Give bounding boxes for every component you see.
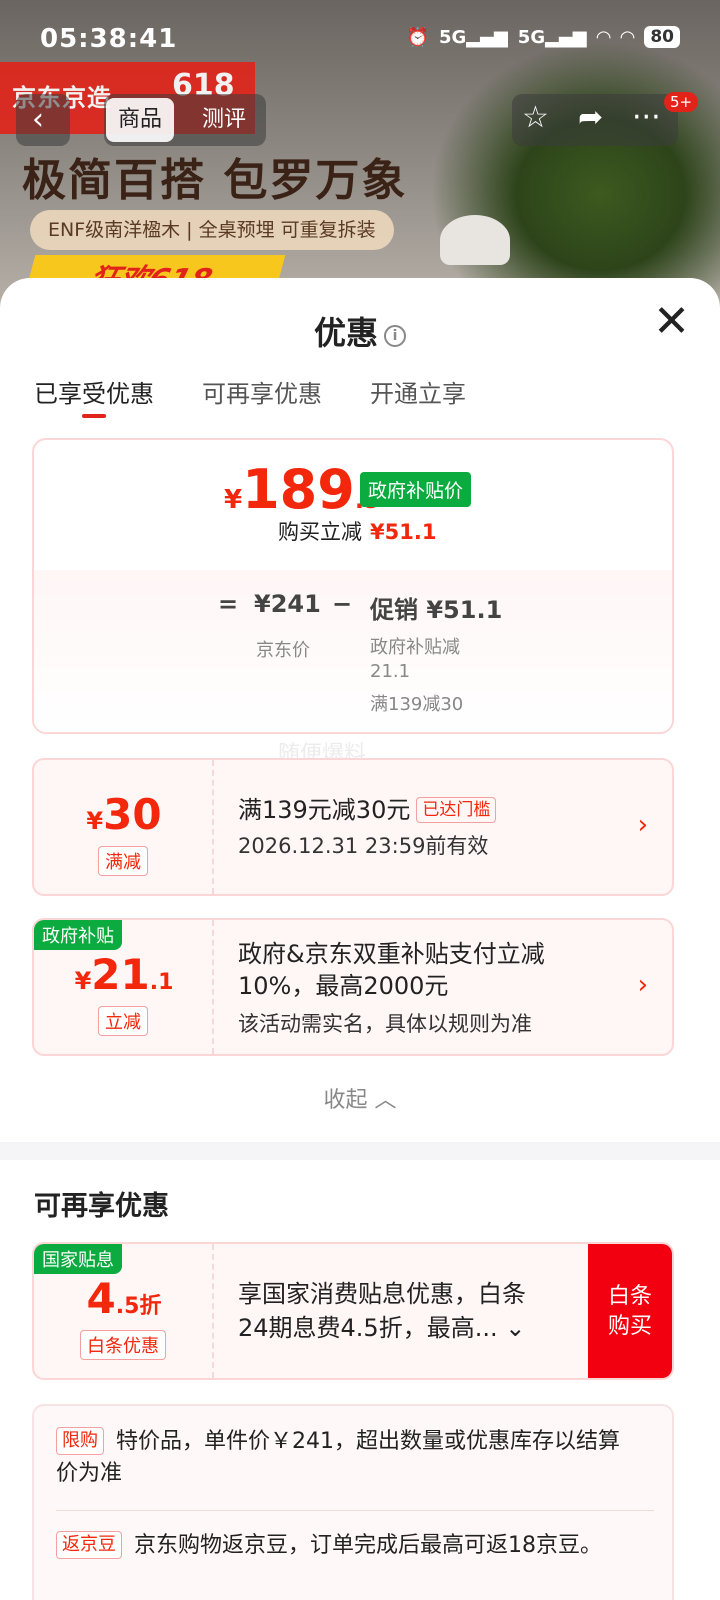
reduce-value: ¥51.1 [370,520,437,544]
coupon-title: 满139元减30元 已达门槛 [238,794,497,826]
signal-5g-icon: 5G▂▄▆ [438,26,508,48]
coupon-kind: 白条优惠 [80,1330,166,1360]
coupon-title-line1: 政府&京东双重补贴支付立减 [238,940,545,968]
collapse-button[interactable]: 收起 ︿ [0,1082,720,1114]
sheet-header: 优惠 i [0,308,720,354]
star-icon[interactable]: ☆ [522,100,549,135]
discount-rate: 4.5折 [86,1274,162,1323]
coupon-kind: 立减 [98,1006,148,1036]
discount-sheet: 优惠 i ✕ 已享受优惠 可再享优惠 开通立享 ¥189.9 政府补贴价 购买立减… [0,278,720,1600]
coupon-title-line2: 10%，最高2000元 [238,972,449,1000]
tab-more[interactable]: 可再享优惠 [202,374,322,409]
sheet-title: 优惠 [313,314,378,352]
note-jd-beans: 返京豆 京东购物返京豆，订单完成后最高可返18京豆。 [56,1530,602,1562]
final-price: ¥189.9 [224,458,381,521]
gov-subsidy-corner-tag: 政府补贴 [34,920,122,950]
close-button[interactable]: ✕ [653,300,690,344]
jd-price-label: 京东价 [256,640,310,661]
coupon-full-reduce[interactable]: ¥30 满减 满139元减30元 已达门槛 2026.12.31 23:59前有效… [32,758,674,896]
jd-bean-tag: 返京豆 [56,1531,122,1559]
reduce-label: 购买立减 [278,520,362,544]
coupon-desc: 该活动需实名，具体以规则为准 [238,1012,532,1036]
jd-price: ¥241 [254,590,321,618]
chevron-right-icon: › [637,970,648,1000]
wifi-icon: ◠ [596,26,611,48]
coupon-kind: 满减 [98,846,148,876]
tab-goods[interactable]: 商品 [106,98,175,142]
coupon-gov-subsidy[interactable]: 政府补贴 ¥21.1 立减 政府&京东双重补贴支付立减 10%，最高2000元 … [32,918,674,1056]
wifi-icon-2: ◠ [620,26,635,48]
purchase-notes: 限购 特价品，单件价￥241，超出数量或优惠库存以结算 价为准 返京豆 京东购物返京… [32,1404,674,1600]
tab-open[interactable]: 开通立享 [370,374,466,409]
baitiao-buy-button[interactable]: 白条 购买 [588,1244,672,1378]
limit-tag: 限购 [56,1427,104,1455]
close-icon: ✕ [653,296,690,347]
tab-review[interactable]: 测评 [190,98,258,142]
hero-feature: ENF级南洋楹木 | 全桌预埋 可重复拆装 [30,210,394,250]
info-icon[interactable]: i [384,325,406,347]
tab-enjoyed[interactable]: 已享受优惠 [34,374,154,418]
nav-actions: ☆ ➦ ··· [512,94,678,146]
interest-subsidy-corner-tag: 国家贴息 [34,1244,122,1274]
more-discount-title: 可再享优惠 [34,1191,169,1222]
more-icon[interactable]: ··· [632,100,661,135]
price-breakdown-card: ¥189.9 政府补贴价 购买立减 ¥51.1 = ¥241 − 促销 ¥51.1… [32,438,674,734]
alarm-icon: ⏰ [406,26,429,48]
discount-tabs: 已享受优惠 可再享优惠 开通立享 [34,374,466,418]
reduce-line: 购买立减 ¥51.1 [278,516,436,546]
interest-subsidy-card[interactable]: 国家贴息 4.5折 白条优惠 享国家消费贴息优惠，白条 24期息费4.5折，最高… [32,1242,674,1380]
gov-subsidy-tag: 政府补贴价 [360,472,472,507]
chevron-left-icon: ‹ [32,102,44,137]
interest-line1: 享国家消费贴息优惠，白条 [238,1280,526,1308]
note-limit: 限购 特价品，单件价￥241，超出数量或优惠库存以结算 价为准 [56,1427,620,1486]
note-divider [56,1510,654,1511]
notification-badge: 5+ [664,92,699,112]
back-button[interactable]: ‹ [16,94,70,146]
interest-line2[interactable]: 24期息费4.5折，最高... ⌄ [238,1312,525,1344]
hero-slogan: 极简百搭 包罗万象 [22,155,408,206]
minus-sign: − [332,590,353,618]
equals-sign: = [218,590,239,618]
nav-tabs: 商品 测评 [104,94,266,146]
section-divider [0,1142,720,1160]
promo-amount: 促销 ¥51.1 [370,596,503,624]
coupon-amount: ¥30 [86,790,162,839]
gov-reduce-label: 政府补贴减21.1 [370,637,460,682]
clock: 05:38:41 [40,24,178,54]
share-icon[interactable]: ➦ [578,100,603,135]
coupon-amount: ¥21.1 [74,950,174,999]
coupon-validity: 2026.12.31 23:59前有效 [238,834,489,858]
threshold-reached-badge: 已达门槛 [416,797,497,823]
chevron-right-icon: › [637,810,648,840]
signal-5g-icon-2: 5G▂▄▆ [517,26,587,48]
lamp-image [440,215,510,265]
battery-icon: 80 [644,26,680,48]
status-bar: 05:38:41 ⏰ 5G▂▄▆ 5G▂▄▆ ◠ ◠ 80 [0,0,720,80]
full-reduce-label: 满139减30 [370,694,464,715]
